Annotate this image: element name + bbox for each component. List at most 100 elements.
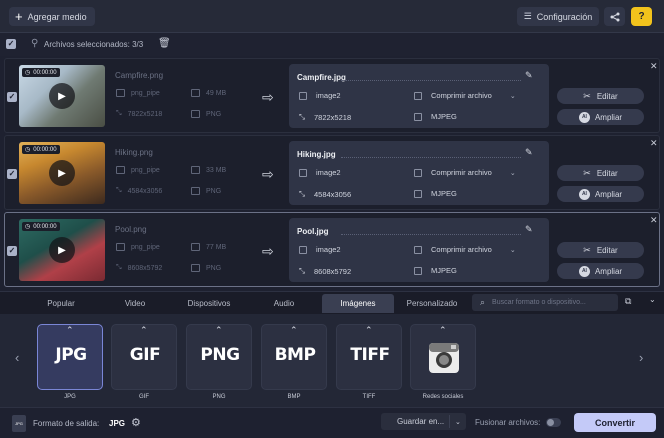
compress-dropdown[interactable]: Comprimir archivo ⌄	[414, 168, 516, 177]
format-tabs: Popular Video Dispositivos Audio Imágene…	[0, 291, 664, 314]
tab-popular[interactable]: Popular	[22, 294, 100, 313]
filename-dotted-line	[341, 80, 521, 81]
compress-text: Comprimir archivo	[431, 245, 492, 254]
edit-label: Editar	[596, 91, 618, 101]
format-bmp[interactable]: ⌃ BMP	[261, 324, 327, 390]
chevron-down-icon: ⌄	[509, 169, 516, 177]
output-filename[interactable]: Campfire.jpg	[297, 73, 346, 82]
chevron-up-icon: ⌃	[66, 325, 74, 335]
output-codec-text: image2	[316, 168, 341, 177]
chevron-down-icon: ⌄	[455, 418, 461, 426]
settings-button[interactable]: ☰ Configuración	[517, 7, 599, 26]
output-codec-text: image2	[316, 245, 341, 254]
row-checkbox[interactable]: ✓	[7, 246, 17, 256]
merge-files-toggle[interactable]	[546, 418, 561, 427]
enlarge-button[interactable]: AI Ampliar	[557, 263, 644, 279]
help-button[interactable]: ?	[631, 7, 652, 26]
share-icon	[610, 12, 619, 21]
format-label: TIFF	[362, 394, 376, 400]
enlarge-button[interactable]: AI Ampliar	[557, 186, 644, 202]
close-icon[interactable]: ✕	[650, 215, 658, 226]
row-checkbox[interactable]: ✓	[7, 169, 17, 179]
top-toolbar: + Agregar medio ☰ Configuración ?	[0, 0, 664, 33]
pencil-icon[interactable]: ✎	[525, 147, 533, 158]
export-icon[interactable]: ⧉	[625, 296, 631, 307]
output-format-label: Formato de salida:	[33, 419, 100, 428]
select-all-checkbox[interactable]: ✓	[6, 39, 16, 49]
film-icon	[191, 264, 200, 272]
tab-devices[interactable]: Dispositivos	[172, 294, 246, 313]
output-dims: ⤡ 7822x5218	[299, 112, 351, 122]
compress-dropdown[interactable]: Comprimir archivo ⌄	[414, 245, 516, 254]
trash-icon[interactable]: 🗑	[158, 38, 171, 49]
save-to-label: Guardar en...	[397, 417, 445, 426]
tab-images[interactable]: Imágenes	[322, 294, 394, 313]
source-size: 33 MB	[191, 166, 226, 174]
thumbnail-pool[interactable]: ◷ 00:00:00 ▶	[19, 219, 105, 281]
output-filename[interactable]: Hiking.jpg	[297, 150, 336, 159]
format-social[interactable]: ⌃	[410, 324, 476, 390]
convert-button[interactable]: Convertir	[574, 413, 656, 432]
format-png[interactable]: ⌃ PNG	[186, 324, 252, 390]
chevron-down-icon: ⌄	[509, 92, 516, 100]
convert-arrow-icon: ⇨	[262, 243, 274, 259]
output-format-text: MJPEG	[431, 266, 457, 275]
image-icon	[116, 89, 125, 97]
format-label: GIF	[139, 394, 149, 400]
tab-audio[interactable]: Audio	[246, 294, 322, 313]
pencil-icon[interactable]: ✎	[525, 224, 533, 235]
share-button[interactable]	[604, 7, 625, 26]
film-icon	[414, 266, 422, 275]
thumbnail-hiking[interactable]: ◷ 00:00:00 ▶	[19, 142, 105, 204]
ai-icon: AI	[578, 265, 590, 277]
play-icon[interactable]: ▶	[49, 160, 75, 186]
tab-custom[interactable]: Personalizado	[394, 294, 470, 313]
scissors-icon: ✂	[583, 244, 591, 255]
source-dims: ⤡ 8608x5792	[116, 264, 162, 272]
duration-text: 00:00:00	[33, 223, 57, 230]
chevron-left-icon[interactable]: ‹	[15, 350, 19, 365]
save-to-dropdown[interactable]: Guardar en... ⌄	[381, 413, 466, 430]
source-format: PNG	[191, 264, 221, 272]
format-search-input[interactable]: ⌕ Buscar formato o dispositivo...	[472, 294, 618, 311]
close-icon[interactable]: ✕	[650, 138, 658, 149]
source-filename: Hiking.png	[115, 148, 153, 157]
output-dims-text: 4584x3056	[314, 189, 352, 199]
film-icon	[191, 110, 200, 118]
chevron-down-icon[interactable]: ⌄	[649, 295, 656, 304]
source-format: PNG	[191, 110, 221, 118]
image-icon	[299, 91, 307, 100]
source-dims: ⤡ 7822x5218	[116, 110, 162, 118]
edit-button[interactable]: ✂ Editar	[557, 165, 644, 181]
edit-button[interactable]: ✂ Editar	[557, 88, 644, 104]
enlarge-button[interactable]: AI Ampliar	[557, 109, 644, 125]
output-format-text: MJPEG	[431, 112, 457, 121]
pencil-icon[interactable]: ✎	[525, 70, 533, 81]
thumbnail-campfire[interactable]: ◷ 00:00:00 ▶	[19, 65, 105, 127]
row-checkbox[interactable]: ✓	[7, 92, 17, 102]
edit-button[interactable]: ✂ Editar	[557, 242, 644, 258]
chevron-up-icon: ⌃	[140, 325, 148, 335]
add-media-button[interactable]: + Agregar medio	[9, 7, 95, 26]
plus-icon: +	[15, 9, 23, 24]
output-filename[interactable]: Pool.jpg	[297, 227, 329, 236]
format-jpg[interactable]: ⌃ JPG	[37, 324, 103, 390]
play-icon[interactable]: ▶	[49, 237, 75, 263]
format-gif[interactable]: ⌃ GIF	[111, 324, 177, 390]
chevron-up-icon: ⌃	[365, 325, 373, 335]
search-placeholder: Buscar formato o dispositivo...	[492, 299, 586, 306]
duration-text: 00:00:00	[33, 69, 57, 76]
gear-icon[interactable]: ⚙	[131, 416, 141, 429]
chevron-right-icon[interactable]: ›	[639, 350, 643, 365]
source-format-text: PNG	[206, 110, 222, 118]
image-icon	[116, 166, 125, 174]
play-icon[interactable]: ▶	[49, 83, 75, 109]
output-dims-text: 8608x5792	[314, 266, 352, 276]
search-icon: ⌕	[480, 297, 486, 307]
close-icon[interactable]: ✕	[650, 61, 658, 72]
compress-dropdown[interactable]: Comprimir archivo ⌄	[414, 91, 516, 100]
source-format-text: PNG	[206, 264, 222, 272]
clock-icon: ◷	[25, 147, 31, 153]
tab-video[interactable]: Video	[98, 294, 172, 313]
format-tiff[interactable]: ⌃ TIFF	[336, 324, 402, 390]
